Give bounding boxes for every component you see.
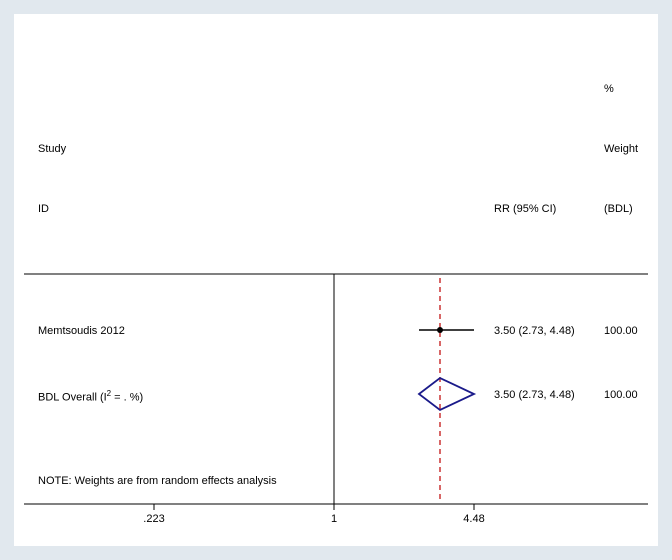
tick-label-2: 1 — [331, 514, 337, 525]
plot-svg — [14, 14, 658, 546]
study-point — [437, 327, 443, 333]
overall-diamond — [419, 378, 474, 410]
forest-plot: % Study Weight ID RR (95% CI) (BDL) Memt… — [14, 14, 658, 546]
tick-label-1: .223 — [143, 514, 164, 525]
tick-label-3: 4.48 — [463, 514, 484, 525]
